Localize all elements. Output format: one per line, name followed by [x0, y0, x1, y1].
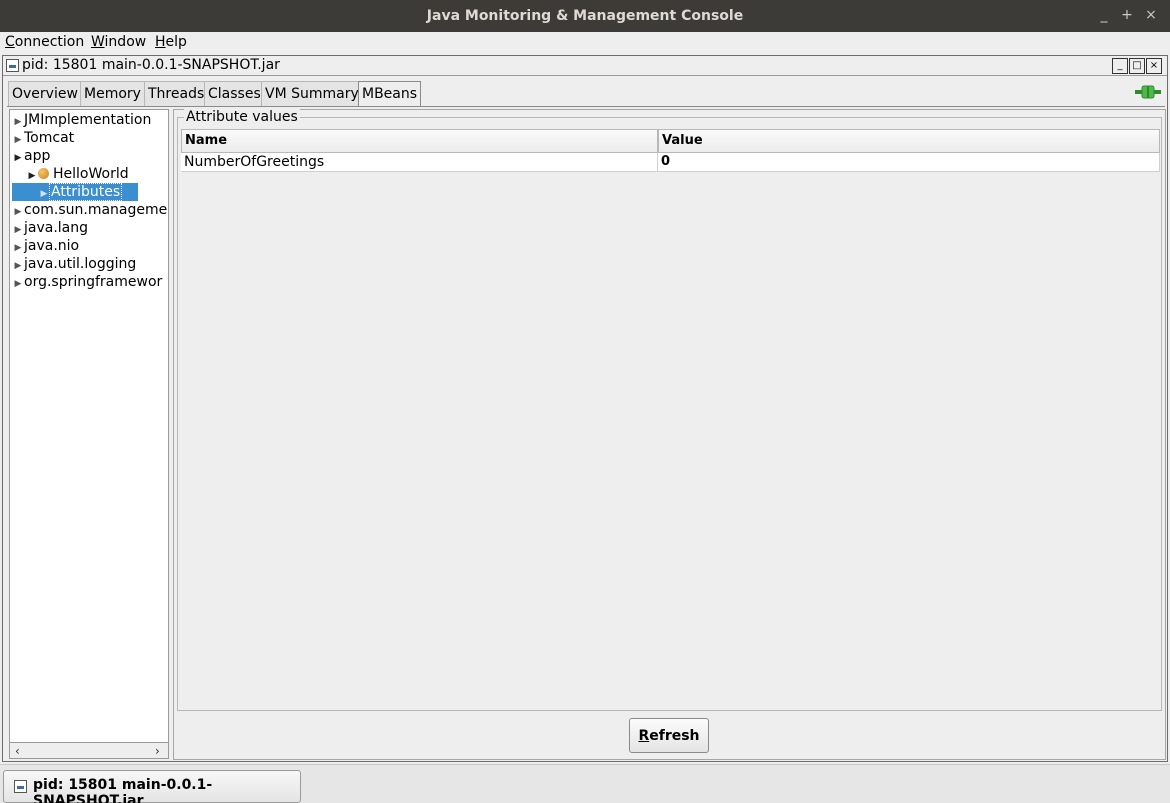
collapsed-arrow-icon[interactable]: ▶: [12, 275, 24, 293]
tree-item-attributes[interactable]: ▶ Attributes: [12, 183, 138, 201]
frame-maximize-icon[interactable]: □: [1129, 58, 1145, 74]
tab-threads[interactable]: Threads: [144, 81, 209, 106]
tab-memory[interactable]: Memory: [80, 81, 145, 106]
frame-title: pid: 15801 main-0.0.1-SNAPSHOT.jar: [22, 57, 280, 73]
connection-status-icon[interactable]: [1135, 83, 1161, 101]
taskbar-window-button[interactable]: pid: 15801 main-0.0.1-SNAPSHOT.jar: [3, 770, 301, 803]
menu-help[interactable]: Help: [155, 34, 187, 50]
tab-vm-summary[interactable]: VM Summary: [261, 81, 363, 106]
attributes-panel: Attribute values Name Value NumberOfGree…: [173, 109, 1166, 760]
frame-minimize-icon[interactable]: _: [1112, 58, 1128, 74]
refresh-button[interactable]: Refresh: [629, 718, 709, 753]
tree-item-jmimplementation[interactable]: ▶ JMImplementation: [12, 111, 152, 129]
frame-app-icon: [14, 780, 27, 793]
window-titlebar: Java Monitoring & Management Console _ +…: [0, 0, 1170, 32]
tab-classes[interactable]: Classes: [204, 81, 265, 106]
frame-close-icon[interactable]: ×: [1146, 58, 1162, 74]
attribute-values-group: Attribute values Name Value NumberOfGree…: [177, 109, 1162, 711]
maximize-icon[interactable]: +: [1119, 0, 1135, 30]
column-header-name[interactable]: Name: [181, 129, 658, 153]
taskbar: pid: 15801 main-0.0.1-SNAPSHOT.jar: [0, 764, 1170, 803]
tab-separator: [7, 106, 1165, 107]
tree-horizontal-scrollbar[interactable]: ‹ ›: [9, 742, 169, 759]
frame-titlebar[interactable]: pid: 15801 main-0.0.1-SNAPSHOT.jar _ □ ×: [3, 56, 1167, 76]
attribute-name-cell[interactable]: NumberOfGreetings: [181, 153, 658, 172]
bean-icon: [38, 168, 49, 179]
tree-item-helloworld[interactable]: ▶ HelloWorld: [26, 165, 129, 183]
tree-item-tomcat[interactable]: ▶ Tomcat: [12, 129, 75, 147]
connection-frame: pid: 15801 main-0.0.1-SNAPSHOT.jar _ □ ×…: [2, 55, 1168, 762]
tree-item-java-nio[interactable]: ▶ java.nio: [12, 237, 80, 255]
mbean-tree[interactable]: ▶ JMImplementation ▶ Tomcat ▶ app ▶ HelloWor…: [9, 109, 169, 759]
tree-item-org-springframework[interactable]: ▶ org.springframewor: [12, 273, 163, 293]
menu-bar: Connection Window Help: [0, 32, 1170, 54]
tree-item-app[interactable]: ▶ app: [12, 147, 51, 167]
group-title: Attribute values: [184, 109, 300, 125]
tree-item-com-sun-management[interactable]: ▶ com.sun.managemen: [12, 201, 168, 219]
close-icon[interactable]: ×: [1143, 0, 1159, 30]
expanded-arrow-icon[interactable]: ▶: [12, 149, 24, 167]
minimize-icon[interactable]: _: [1096, 0, 1112, 30]
column-header-value[interactable]: Value: [658, 129, 1160, 153]
tab-mbeans[interactable]: MBeans: [358, 81, 422, 106]
window-title: Java Monitoring & Management Console: [426, 8, 744, 24]
tab-overview[interactable]: Overview: [8, 81, 82, 106]
tree-item-java-lang[interactable]: ▶ java.lang: [12, 219, 88, 237]
scroll-right-icon[interactable]: ›: [155, 743, 160, 759]
menu-connection[interactable]: Connection: [5, 34, 84, 50]
frame-app-icon: [6, 59, 19, 72]
tree-item-java-util-logging[interactable]: ▶ java.util.logging: [12, 255, 137, 273]
scroll-left-icon[interactable]: ‹: [15, 743, 20, 759]
taskbar-window-label: pid: 15801 main-0.0.1-SNAPSHOT.jar: [33, 777, 213, 803]
menu-window[interactable]: Window: [91, 34, 146, 50]
attribute-value-cell[interactable]: 0: [658, 153, 1160, 172]
